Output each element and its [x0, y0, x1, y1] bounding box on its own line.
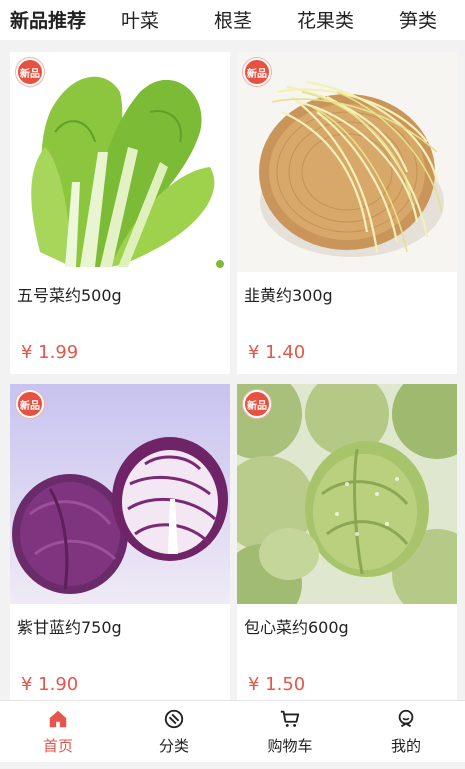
new-product-badge: 新品: [16, 58, 44, 86]
product-name[interactable]: 五号菜约500g: [17, 282, 122, 306]
new-product-badge: 新品: [16, 390, 44, 418]
nav-profile[interactable]: 我的: [348, 701, 464, 763]
home-indicator-area: [0, 762, 465, 769]
new-product-badge: 新品: [243, 58, 271, 86]
nav-profile-label: 我的: [390, 737, 421, 755]
product-image-yellow-chives[interactable]: 新品: [237, 52, 457, 272]
product-card[interactable]: 新品 紫甘蓝约750g ¥ 1.90: [10, 384, 230, 700]
nav-home-label: 首页: [42, 737, 73, 755]
tab-leafy-vegetables[interactable]: 叶菜: [121, 6, 159, 33]
product-card[interactable]: 新品 五号菜约500g ¥ 1.99: [10, 52, 230, 374]
cart-icon: [280, 710, 300, 727]
product-name[interactable]: 韭黄约300g: [244, 282, 333, 306]
product-card[interactable]: 新品 韭黄约300g ¥ 1.40: [237, 52, 457, 374]
profile-icon: [398, 709, 414, 728]
product-name[interactable]: 紫甘蓝约750g: [17, 614, 122, 638]
product-image-red-cabbage[interactable]: 新品: [10, 384, 230, 604]
nav-category-label: 分类: [158, 737, 189, 755]
product-grid: 新品 五号菜约500g ¥ 1.99 新品 韭黄约300g ¥ 1.40 新品 …: [0, 40, 465, 700]
tab-new-products[interactable]: 新品推荐: [10, 6, 86, 33]
tab-root-vegetables[interactable]: 根茎: [214, 6, 252, 33]
nav-cart[interactable]: 购物车: [232, 701, 348, 763]
bottom-nav-bar: 首页 分类 购物车 我的: [0, 700, 465, 762]
product-image-leafy-greens[interactable]: 新品: [10, 52, 230, 272]
product-price: ¥ 1.90: [21, 674, 79, 695]
product-image-brussels-sprouts[interactable]: 新品: [237, 384, 457, 604]
product-card[interactable]: 新品 包心菜约600g ¥ 1.50: [237, 384, 457, 700]
category-icon: [164, 709, 184, 729]
home-icon: [49, 710, 67, 728]
tab-flower-fruit[interactable]: 花果类: [297, 6, 354, 33]
new-product-badge: 新品: [243, 390, 271, 418]
product-price: ¥ 1.50: [248, 674, 306, 695]
product-price: ¥ 1.40: [248, 342, 306, 363]
product-name[interactable]: 包心菜约600g: [244, 614, 349, 638]
tab-bamboo-shoots[interactable]: 笋类: [399, 6, 437, 33]
nav-cart-label: 购物车: [267, 737, 313, 755]
category-tab-bar: 新品推荐 叶菜 根茎 花果类 笋类: [0, 0, 465, 40]
product-price: ¥ 1.99: [21, 342, 79, 363]
nav-category[interactable]: 分类: [116, 701, 232, 763]
nav-home[interactable]: 首页: [0, 701, 116, 763]
